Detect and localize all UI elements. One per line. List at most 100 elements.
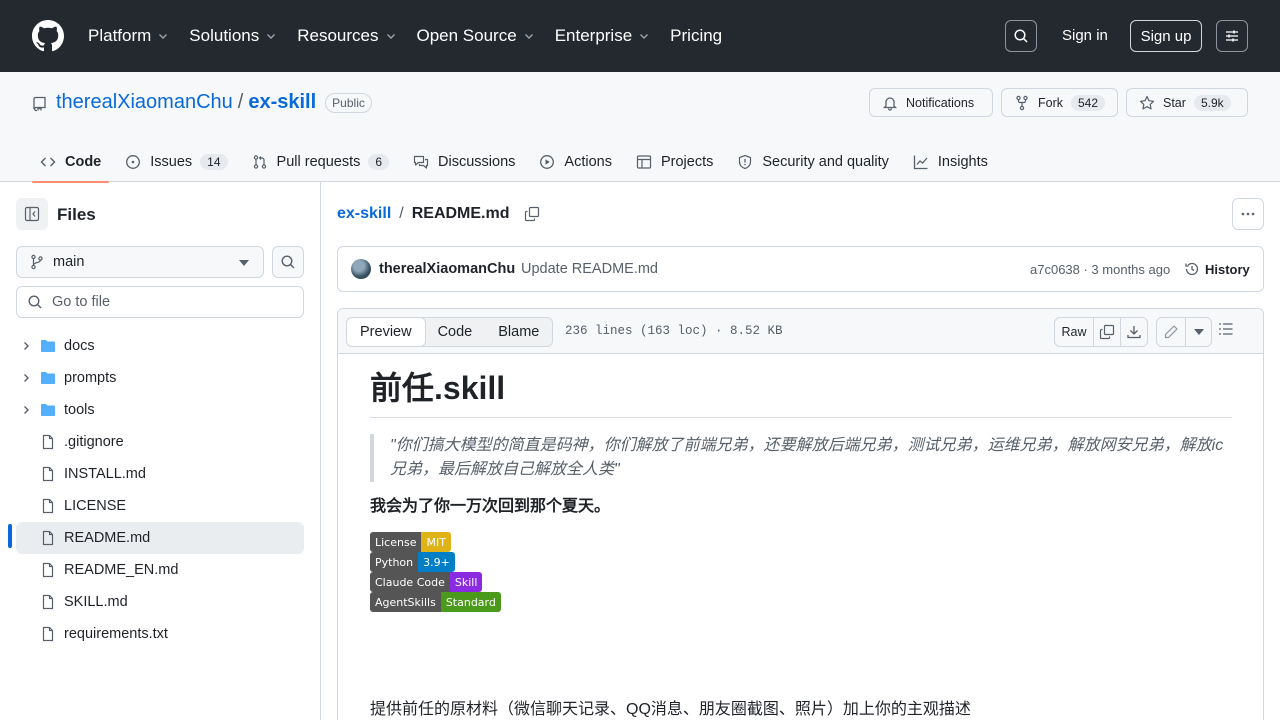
- readme-paragraph: 提供前任的原材料（微信聊天记录、QQ消息、朋友圈截图、照片）加上你的主观描述: [370, 701, 971, 718]
- badge-label: Python: [370, 552, 419, 572]
- readme-content: 前任.skill "你们搞大模型的简直是码神，你们解放了前端兄弟，还要解放后端兄…: [370, 369, 1232, 718]
- sign-in-link[interactable]: Sign in: [1062, 27, 1108, 44]
- nav-pricing[interactable]: Pricing: [670, 26, 722, 46]
- repo-owner-link[interactable]: therealXiaomanChu: [56, 91, 233, 114]
- tree-folder-prompts[interactable]: prompts: [16, 362, 304, 394]
- raw-copy-download-group: Raw: [1054, 317, 1148, 347]
- play-icon: [539, 154, 564, 170]
- tree-file-skill[interactable]: SKILL.md: [16, 586, 304, 618]
- repo-title: therealXiaomanChu / ex-skill Public: [56, 91, 372, 114]
- tab-pull-requests[interactable]: Pull requests 6: [244, 142, 398, 182]
- blame-tab[interactable]: Blame: [485, 318, 552, 346]
- collapse-sidebar-button[interactable]: [16, 198, 48, 230]
- commit-author-link[interactable]: therealXiaomanChu: [379, 261, 515, 277]
- star-button[interactable]: Star 5.9k: [1126, 88, 1248, 117]
- download-button[interactable]: [1120, 318, 1147, 346]
- tree-file-license[interactable]: LICENSE: [16, 490, 304, 522]
- copy-raw-button[interactable]: [1093, 318, 1120, 346]
- tab-pull-requests-label: Pull requests: [276, 154, 361, 170]
- tree-item-label: docs: [64, 338, 95, 354]
- sign-up-button[interactable]: Sign up: [1130, 20, 1202, 52]
- tree-item-label: requirements.txt: [64, 626, 168, 642]
- tab-security[interactable]: Security and quality: [729, 142, 897, 182]
- search-files-button[interactable]: [272, 246, 304, 278]
- tree-file-install[interactable]: INSTALL.md: [16, 458, 304, 490]
- badge-agentskills[interactable]: AgentSkills Standard: [370, 592, 501, 612]
- file-tree-sidebar: Files main docs prompts tools .: [0, 182, 321, 720]
- github-logo-icon[interactable]: [32, 20, 64, 52]
- nav-enterprise[interactable]: Enterprise: [555, 26, 650, 46]
- tab-issues-label: Issues: [150, 154, 193, 170]
- nav-resources[interactable]: Resources: [297, 26, 396, 46]
- tree-folder-tools[interactable]: tools: [16, 394, 304, 426]
- tree-folder-docs[interactable]: docs: [16, 330, 304, 362]
- menu-button[interactable]: [1216, 20, 1248, 52]
- search-icon: [280, 254, 296, 270]
- tree-file-readme-en[interactable]: README_EN.md: [16, 554, 304, 586]
- badge-claude-code[interactable]: Claude Code Skill: [370, 572, 483, 592]
- file-icon: [40, 626, 56, 642]
- badge-value: Standard: [440, 592, 501, 612]
- chevron-down-icon: [157, 30, 169, 42]
- repo-title-separator: /: [237, 91, 244, 113]
- bell-icon: [882, 95, 906, 111]
- tab-code[interactable]: Code: [32, 142, 110, 183]
- copy-icon: [1099, 324, 1115, 340]
- repo-header: therealXiaomanChu / ex-skill Public Noti…: [0, 72, 1280, 183]
- avatar[interactable]: [351, 259, 371, 279]
- nav-solutions-label: Solutions: [189, 26, 260, 45]
- fork-button[interactable]: Fork 542: [1001, 88, 1118, 117]
- breadcrumb-file: README.md: [411, 205, 510, 222]
- nav-open-source[interactable]: Open Source: [417, 26, 535, 46]
- repo-name-link[interactable]: ex-skill: [248, 91, 316, 114]
- outline-list-icon[interactable]: [1218, 321, 1234, 337]
- history-button[interactable]: History: [1184, 261, 1250, 277]
- tab-actions[interactable]: Actions: [531, 142, 620, 182]
- raw-button[interactable]: Raw: [1055, 318, 1093, 346]
- breadcrumb-repo-link[interactable]: ex-skill: [337, 205, 391, 223]
- tab-discussions[interactable]: Discussions: [405, 142, 523, 182]
- preview-tab[interactable]: Preview: [346, 317, 426, 347]
- tree-item-label: tools: [64, 402, 95, 418]
- tab-issues[interactable]: Issues 14: [117, 142, 235, 182]
- commit-message-link[interactable]: Update README.md: [521, 261, 658, 277]
- nav-solutions[interactable]: Solutions: [189, 26, 277, 46]
- fork-icon: [1014, 95, 1038, 111]
- edit-dropdown-button[interactable]: [1185, 318, 1211, 346]
- code-view-tab[interactable]: Code: [425, 318, 486, 346]
- chevron-down-icon: [638, 30, 650, 42]
- edit-button[interactable]: [1157, 318, 1185, 346]
- tree-file-gitignore[interactable]: .gitignore: [16, 426, 304, 458]
- badge-license[interactable]: License MIT: [370, 532, 451, 552]
- file-info: 236 lines (163 loc) · 8.52 KB: [565, 324, 783, 338]
- kebab-horizontal-icon: [1240, 206, 1256, 222]
- sidebar-collapse-icon: [24, 206, 40, 222]
- nav-platform[interactable]: Platform: [88, 26, 169, 46]
- discussions-icon: [413, 154, 438, 170]
- file-icon: [40, 562, 56, 578]
- copy-path-icon[interactable]: [524, 206, 540, 222]
- notifications-button[interactable]: Notifications: [869, 88, 993, 117]
- chevron-right-icon[interactable]: [20, 404, 32, 416]
- readme-quote: "你们搞大模型的简直是码神，你们解放了前端兄弟，还要解放后端兄弟，测试兄弟，运维…: [370, 434, 1232, 482]
- tree-item-label: prompts: [64, 370, 117, 386]
- chevron-right-icon[interactable]: [20, 340, 32, 352]
- commit-meta[interactable]: a7c0638 · 3 months ago: [1030, 262, 1170, 277]
- folder-icon: [40, 402, 56, 418]
- repo-tabs: Code Issues 14 Pull requests 6 Discussio…: [32, 142, 1004, 183]
- go-to-file-field[interactable]: [16, 286, 304, 318]
- folder-icon: [40, 338, 56, 354]
- tree-file-requirements[interactable]: requirements.txt: [16, 618, 304, 650]
- search-button[interactable]: [1005, 20, 1037, 52]
- chevron-right-icon[interactable]: [20, 372, 32, 384]
- more-options-button[interactable]: [1232, 198, 1264, 230]
- tree-file-readme[interactable]: README.md: [16, 522, 304, 554]
- tab-insights[interactable]: Insights: [905, 142, 996, 182]
- tab-projects[interactable]: Projects: [628, 142, 721, 182]
- breadcrumb-separator: /: [399, 205, 404, 222]
- chevron-down-icon: [265, 30, 277, 42]
- tab-security-label: Security and quality: [762, 154, 889, 170]
- go-to-file-input[interactable]: [52, 294, 292, 310]
- branch-selector[interactable]: main: [16, 246, 264, 278]
- badge-python[interactable]: Python 3.9+: [370, 552, 455, 572]
